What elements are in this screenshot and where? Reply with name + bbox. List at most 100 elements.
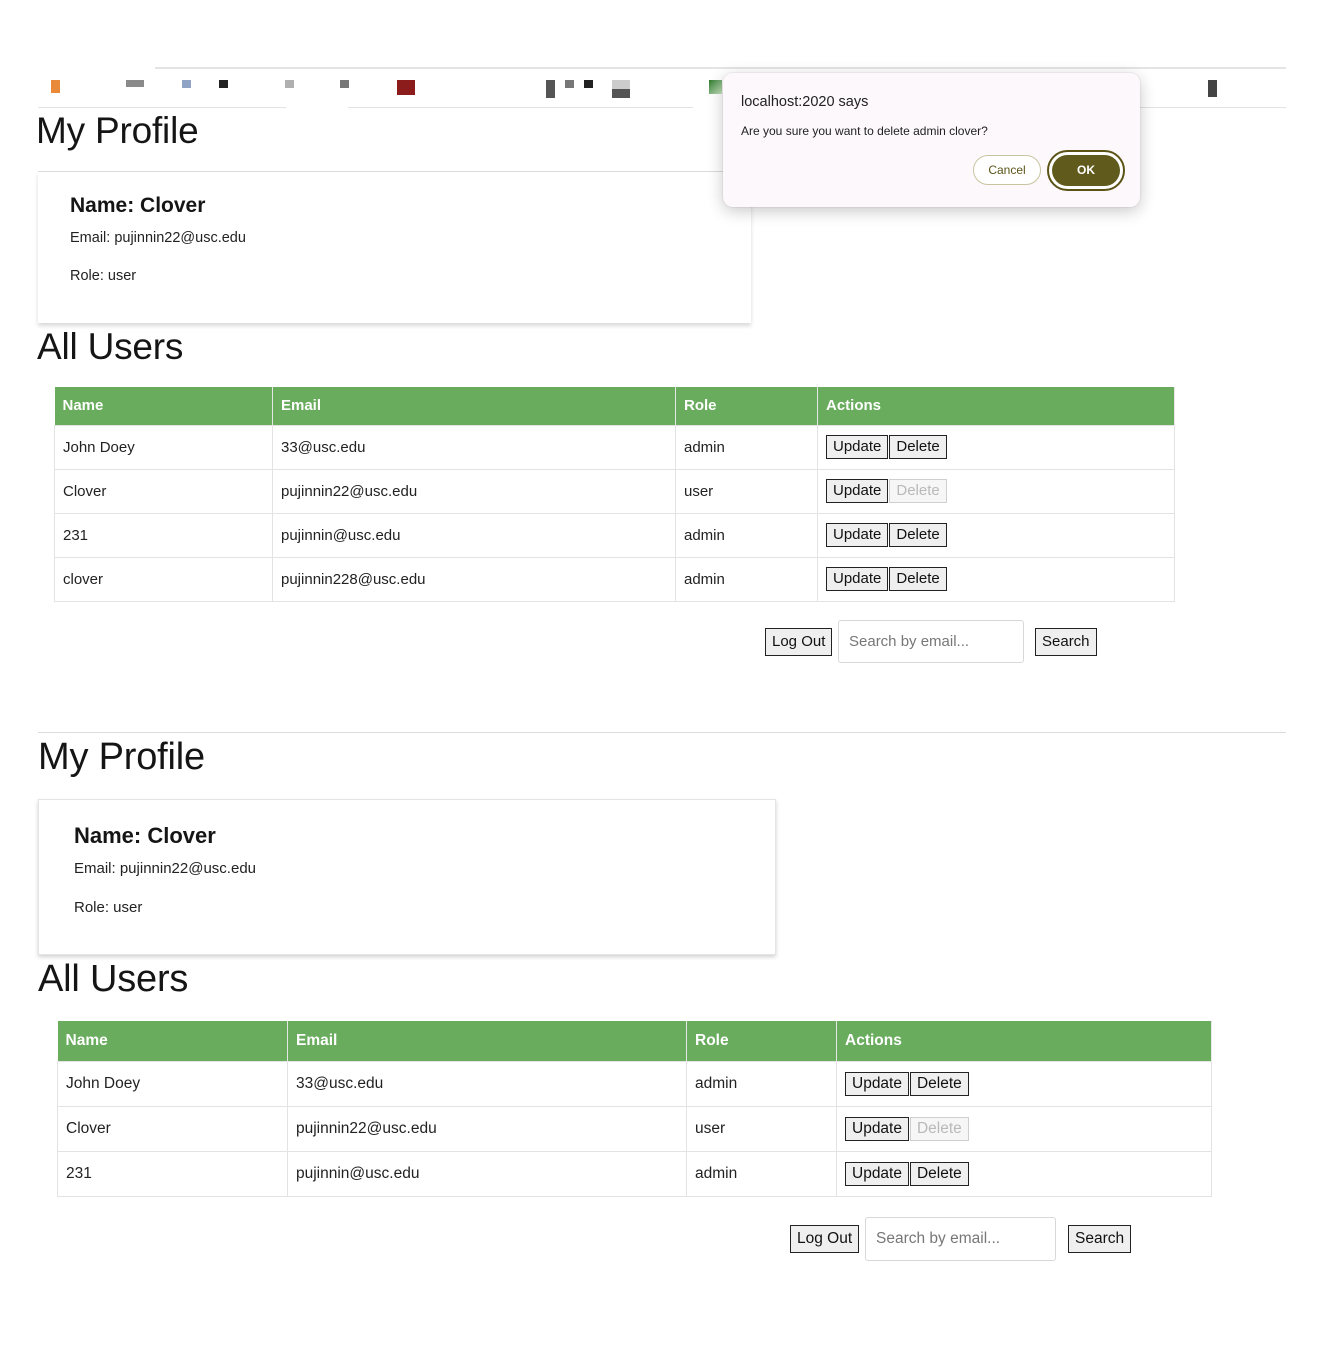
column-header-name: Name (54, 387, 273, 425)
profile-email: Email: pujinnin22@usc.edu (74, 860, 256, 877)
cell-name: Clover (54, 468, 273, 514)
bookmark-favicon-icon[interactable] (1208, 80, 1217, 97)
users-heading: All Users (38, 958, 189, 1000)
profile-role: Role: user (74, 899, 143, 916)
update-button[interactable]: Update (826, 523, 889, 547)
delete-button-disabled: Delete (909, 1116, 969, 1141)
cell-actions: Update Delete (836, 1150, 1212, 1197)
bookmark-favicon-icon[interactable] (126, 80, 144, 87)
column-header-actions: Actions (836, 1021, 1212, 1061)
cell-email: pujinnin22@usc.edu (287, 1105, 687, 1152)
bookmark-bar-divider (38, 107, 286, 108)
cell-actions: Update Delete (836, 1060, 1212, 1107)
cell-role: user (686, 1105, 837, 1152)
update-button[interactable]: Update (845, 1161, 909, 1186)
bookmark-favicon-icon[interactable] (51, 80, 60, 93)
cell-actions: Update Delete (817, 512, 1175, 558)
column-header-actions: Actions (817, 387, 1175, 425)
table-row: 231 pujinnin@usc.edu admin Update Delete (54, 512, 1175, 558)
profile-card: Name: Clover Email: pujinnin22@usc.edu R… (38, 172, 751, 323)
logout-button[interactable]: Log Out (765, 628, 833, 656)
bookmark-favicon-icon[interactable] (397, 80, 415, 95)
cell-email: pujinnin228@usc.edu (272, 556, 676, 602)
delete-button[interactable]: Delete (889, 523, 947, 547)
table-header-row: Name Email Role Actions (54, 387, 1175, 425)
search-button[interactable]: Search (1035, 628, 1097, 656)
dialog-ok-button[interactable]: OK (1052, 155, 1120, 186)
delete-button-disabled: Delete (889, 479, 947, 503)
table-header-row: Name Email Role Actions (57, 1021, 1212, 1061)
bookmark-bar-divider (348, 107, 693, 108)
cell-email: pujinnin22@usc.edu (272, 468, 676, 514)
profile-card: Name: Clover Email: pujinnin22@usc.edu R… (38, 799, 776, 955)
update-button[interactable]: Update (826, 567, 889, 591)
dialog-title: localhost:2020 says (741, 94, 869, 110)
column-header-email: Email (287, 1021, 687, 1061)
bookmark-favicon-icon[interactable] (219, 80, 228, 88)
profile-name: Name: Clover (74, 823, 216, 848)
cell-role: admin (686, 1060, 837, 1107)
delete-button[interactable]: Delete (889, 567, 947, 591)
cell-name: clover (54, 556, 273, 602)
profile-name: Name: Clover (70, 194, 206, 217)
bookmark-favicon-icon[interactable] (285, 80, 294, 88)
cell-role: admin (675, 556, 818, 602)
profile-role: Role: user (70, 268, 137, 284)
dialog-cancel-button[interactable]: Cancel (973, 155, 1041, 185)
bookmark-favicon-icon[interactable] (612, 80, 630, 98)
table-row: 231 pujinnin@usc.edu admin Update Delete (57, 1150, 1212, 1197)
cell-name: John Doey (57, 1060, 288, 1107)
cell-name: 231 (54, 512, 273, 558)
cell-role: admin (686, 1150, 837, 1197)
cell-role: user (675, 468, 818, 514)
confirm-dialog: localhost:2020 says Are you sure you wan… (723, 73, 1140, 207)
cell-actions: Update Delete (817, 468, 1175, 514)
update-button[interactable]: Update (826, 435, 889, 459)
cell-email: pujinnin@usc.edu (272, 512, 676, 558)
users-heading: All Users (37, 326, 184, 367)
bookmark-favicon-icon[interactable] (584, 80, 593, 88)
search-input[interactable]: Search by email... (838, 620, 1024, 663)
bookmark-bar-divider (1140, 107, 1286, 108)
column-header-name: Name (57, 1021, 288, 1061)
cell-email: 33@usc.edu (272, 424, 676, 470)
profile-email: Email: pujinnin22@usc.edu (70, 230, 246, 246)
delete-button[interactable]: Delete (909, 1161, 969, 1186)
delete-button[interactable]: Delete (889, 435, 947, 459)
cell-actions: Update Delete (817, 424, 1175, 470)
column-header-role: Role (686, 1021, 837, 1061)
screenshot-divider (38, 732, 1286, 733)
update-button[interactable]: Update (845, 1116, 909, 1141)
cell-email: 33@usc.edu (287, 1060, 687, 1107)
page-title: My Profile (36, 110, 199, 151)
update-button[interactable]: Update (845, 1071, 909, 1096)
page-title: My Profile (38, 736, 205, 778)
cell-actions: Update Delete (836, 1105, 1212, 1152)
cell-actions: Update Delete (817, 556, 1175, 602)
users-table: Name Email Role Actions John Doey 33@usc… (57, 1021, 1212, 1197)
search-input[interactable]: Search by email... (865, 1217, 1056, 1261)
column-header-role: Role (675, 387, 818, 425)
users-table: Name Email Role Actions John Doey 33@usc… (54, 387, 1175, 602)
logout-button[interactable]: Log Out (790, 1225, 860, 1253)
dialog-message: Are you sure you want to delete admin cl… (741, 124, 988, 138)
update-button[interactable]: Update (826, 479, 889, 503)
cell-name: 231 (57, 1150, 288, 1197)
search-button[interactable]: Search (1068, 1225, 1132, 1253)
bookmark-favicon-icon[interactable] (182, 80, 191, 88)
table-row: John Doey 33@usc.edu admin Update Delete (54, 424, 1175, 470)
cell-role: admin (675, 424, 818, 470)
delete-button[interactable]: Delete (909, 1071, 969, 1096)
table-row: clover pujinnin228@usc.edu admin Update D… (54, 556, 1175, 602)
table-row: Clover pujinnin22@usc.edu user Update Del… (54, 468, 1175, 514)
bookmark-favicon-icon[interactable] (340, 80, 349, 88)
column-header-email: Email (272, 387, 676, 425)
bookmark-favicon-icon[interactable] (565, 80, 574, 88)
browser-top-edge (155, 67, 1286, 69)
bookmark-favicon-icon[interactable] (546, 80, 555, 98)
cell-role: admin (675, 512, 818, 558)
dialog-ok-focus-ring: OK (1047, 150, 1125, 191)
table-row: John Doey 33@usc.edu admin Update Delete (57, 1060, 1212, 1107)
cell-name: John Doey (54, 424, 273, 470)
bookmark-favicon-icon[interactable] (709, 80, 722, 94)
